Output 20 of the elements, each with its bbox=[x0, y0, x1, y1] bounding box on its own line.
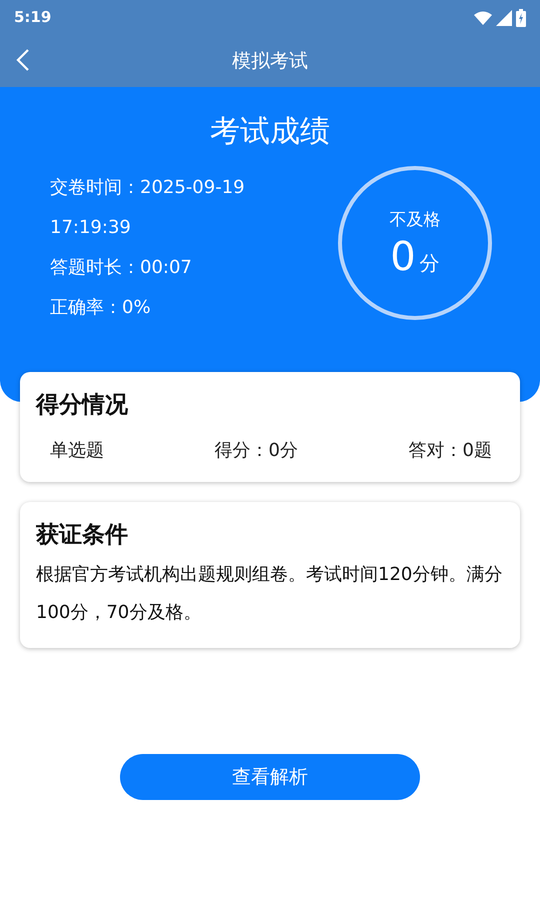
view-analysis-button[interactable]: 查看解析 bbox=[120, 754, 420, 800]
verdict-label: 不及格 bbox=[390, 208, 440, 232]
page-title: 模拟考试 bbox=[232, 48, 308, 74]
wifi-icon bbox=[474, 10, 492, 24]
card-title: 获证条件 bbox=[36, 520, 129, 550]
duration: 答题时长：00:07 bbox=[50, 256, 193, 280]
score-value: 0 bbox=[390, 237, 416, 278]
accuracy: 正确率：0% bbox=[50, 296, 152, 320]
card-title: 得分情况 bbox=[36, 391, 129, 420]
battery-icon bbox=[516, 8, 526, 26]
result-title: 考试成绩 bbox=[209, 113, 331, 151]
question-type: 单选题 bbox=[50, 438, 104, 462]
submit-time: 交卷时间：2025-09-19 17:19:39 bbox=[50, 176, 246, 240]
back-icon[interactable] bbox=[16, 48, 30, 72]
signal-icon bbox=[496, 10, 512, 26]
condition-text: 根据官方考试机构出题规则组卷。考试时间120分钟。满分100分，70分及格。 bbox=[36, 563, 504, 625]
row-correct: 答对：0题 bbox=[408, 438, 492, 462]
status-time: 5:19 bbox=[14, 7, 52, 28]
row-score: 得分：0分 bbox=[214, 438, 298, 462]
score-unit: 分 bbox=[420, 250, 440, 278]
